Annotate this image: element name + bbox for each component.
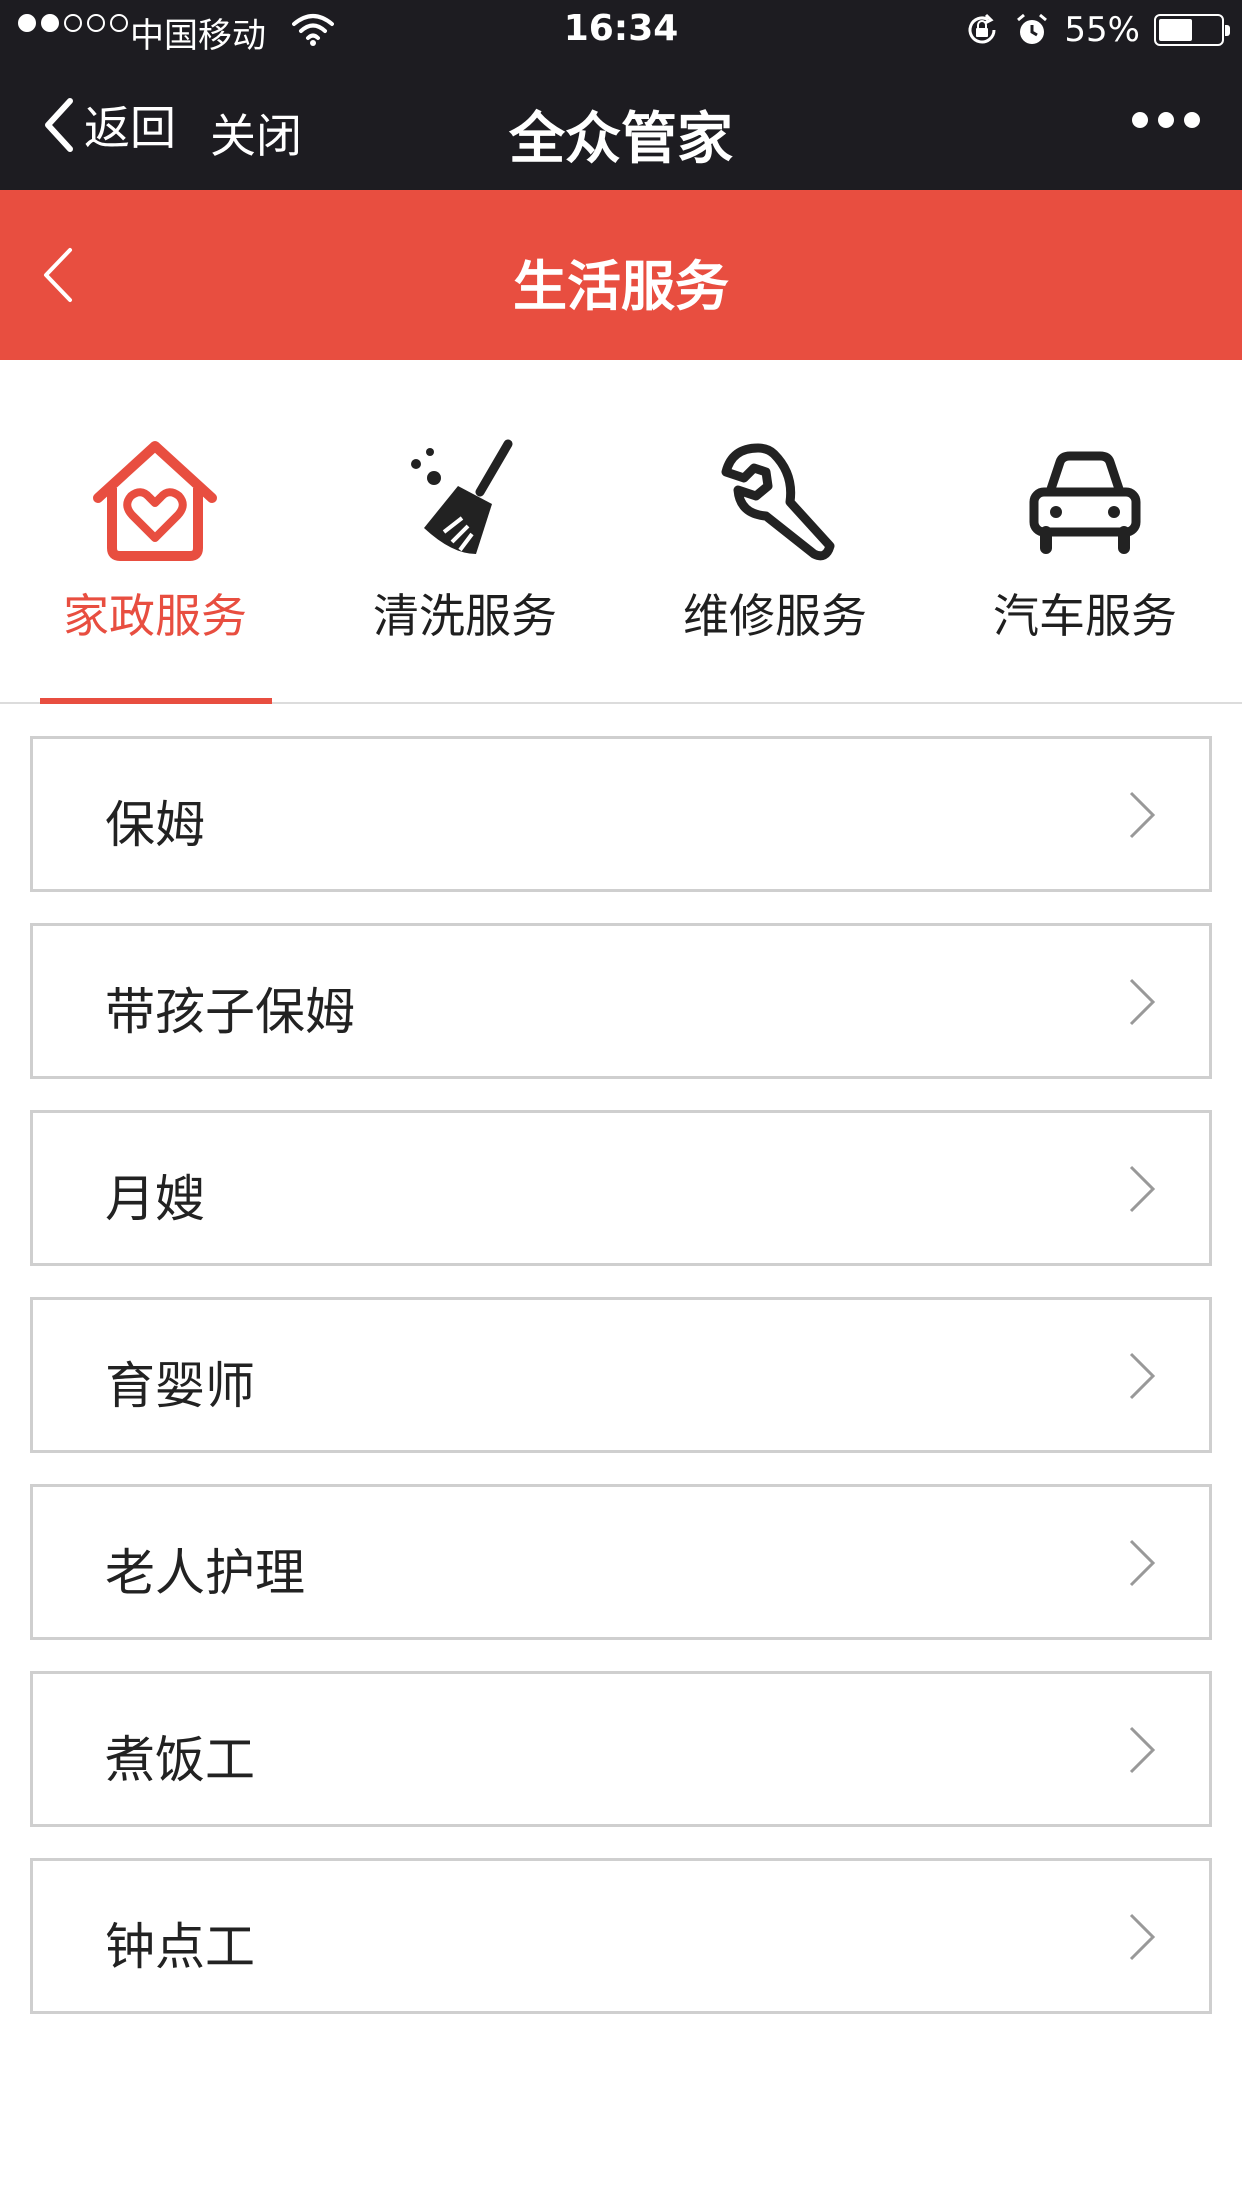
- list-item-label: 保姆: [105, 796, 205, 854]
- tab-label: 清洗服务: [373, 589, 557, 643]
- wechat-page-title: 全众管家: [509, 107, 733, 172]
- chevron-right-icon: [1129, 791, 1156, 839]
- chevron-right-icon: [1129, 1165, 1156, 1213]
- list-item-label: 钟点工: [105, 1918, 255, 1976]
- chevron-right-icon: [1129, 1352, 1156, 1400]
- list-item[interactable]: 保姆: [30, 736, 1212, 892]
- list-item[interactable]: 月嫂: [30, 1110, 1212, 1266]
- more-dot-icon: [1158, 112, 1174, 128]
- page-header: 生活服务: [0, 190, 1242, 360]
- more-options-button[interactable]: [1132, 112, 1200, 128]
- tab-car[interactable]: 汽车服务: [930, 360, 1240, 704]
- chevron-right-icon: [1129, 1539, 1156, 1587]
- list-item-label: 育婴师: [105, 1357, 255, 1415]
- service-list: 保姆 带孩子保姆 月嫂 育婴师 老人护理 煮饭工 钟点工: [30, 736, 1212, 2045]
- list-item[interactable]: 钟点工: [30, 1858, 1212, 2014]
- wechat-nav-bar: 返回 关闭 全众管家: [0, 62, 1242, 190]
- top-bar: 中国移动 16:34 55% 返回 关闭 全众管家: [0, 0, 1242, 190]
- list-item[interactable]: 育婴师: [30, 1297, 1212, 1453]
- tab-cleaning[interactable]: 清洗服务: [310, 360, 620, 704]
- list-item[interactable]: 老人护理: [30, 1484, 1212, 1640]
- rotation-lock-icon: [968, 13, 996, 44]
- list-item-label: 煮饭工: [105, 1731, 255, 1789]
- list-item[interactable]: 带孩子保姆: [30, 923, 1212, 1079]
- broom-icon: [411, 439, 513, 554]
- battery-percent: 55%: [1064, 10, 1140, 50]
- list-item[interactable]: 煮饭工: [30, 1671, 1212, 1827]
- chevron-right-icon: [1129, 1726, 1156, 1774]
- tab-housekeeping[interactable]: 家政服务: [0, 360, 310, 704]
- tab-repair[interactable]: 维修服务: [620, 360, 930, 704]
- tab-label: 汽车服务: [993, 589, 1177, 643]
- alarm-icon: [1017, 13, 1048, 44]
- battery-icon: [1154, 14, 1230, 46]
- page-title: 生活服务: [513, 255, 729, 318]
- more-dot-icon: [1184, 112, 1200, 128]
- tab-label: 维修服务: [683, 589, 867, 643]
- list-item-label: 月嫂: [105, 1170, 205, 1228]
- list-item-label: 带孩子保姆: [105, 983, 355, 1041]
- list-item-label: 老人护理: [105, 1544, 305, 1602]
- category-tabs: 家政服务 清洗服务 维修服务 汽车服务: [0, 360, 1242, 704]
- chevron-right-icon: [1129, 978, 1156, 1026]
- car-icon: [1029, 451, 1141, 554]
- more-dot-icon: [1132, 112, 1148, 128]
- status-bar: 中国移动 16:34 55%: [0, 0, 1242, 62]
- tab-label: 家政服务: [63, 589, 247, 643]
- home-heart-icon: [93, 441, 217, 561]
- active-tab-indicator: [40, 698, 272, 704]
- chevron-right-icon: [1129, 1913, 1156, 1961]
- wrench-icon: [721, 443, 835, 561]
